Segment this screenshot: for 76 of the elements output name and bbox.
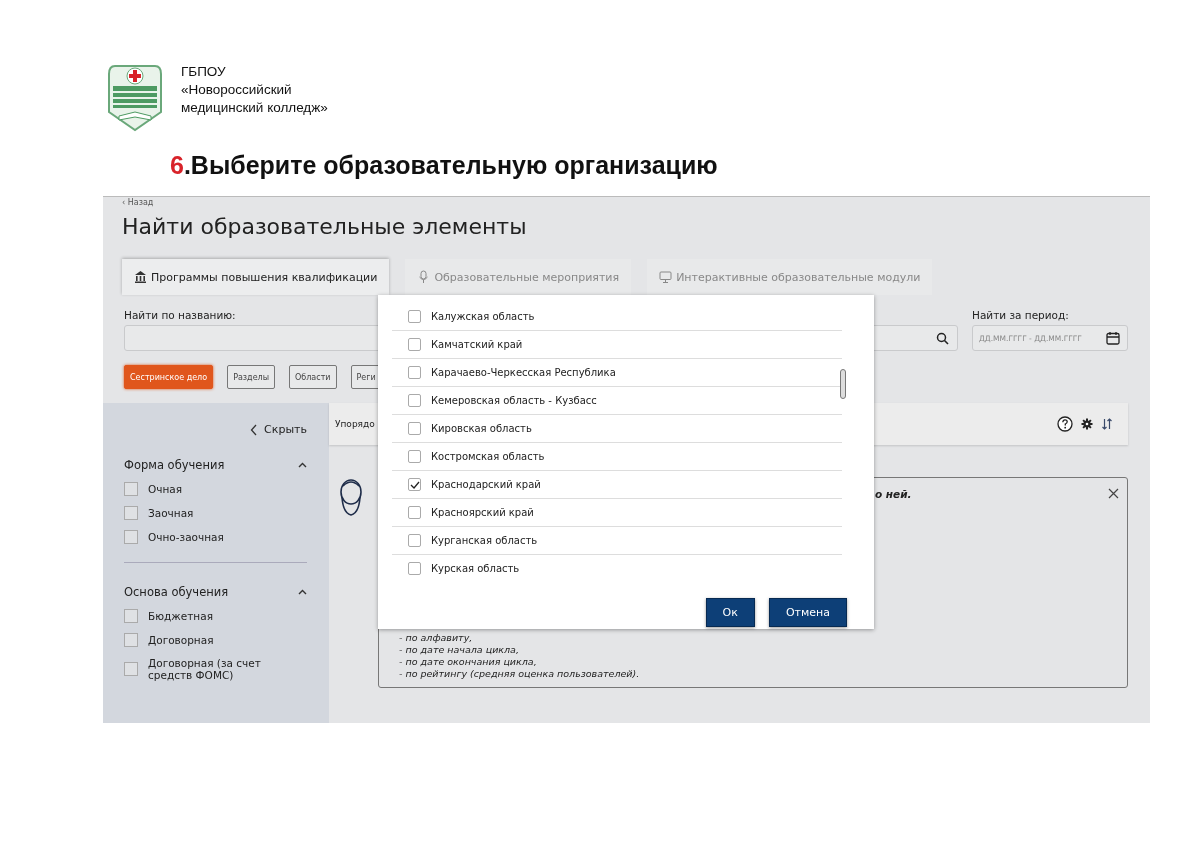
- region-label: Кемеровская область - Кузбасс: [431, 395, 597, 406]
- filter-chip[interactable]: Разделы: [227, 365, 275, 389]
- sort-label: Упорядо: [335, 419, 375, 429]
- checkbox[interactable]: [408, 394, 421, 407]
- field-label: Найти по названию:: [124, 309, 236, 321]
- region-label: Камчатский край: [431, 339, 523, 350]
- scrollbar-thumb[interactable]: [840, 369, 846, 399]
- list-item[interactable]: Камчатский край: [392, 331, 842, 359]
- checkbox[interactable]: [408, 534, 421, 547]
- list-item[interactable]: Карачаево-Черкесская Республика: [392, 359, 842, 387]
- region-label: Красноярский край: [431, 507, 534, 518]
- filter-chip[interactable]: Сестринское дело: [124, 365, 214, 389]
- checkbox[interactable]: [408, 562, 421, 575]
- list-item[interactable]: Кемеровская область - Кузбасс: [392, 387, 842, 415]
- filter-group-title: Форма обучения: [124, 458, 225, 472]
- tab[interactable]: Программы повышения квалификации: [122, 259, 390, 295]
- dialog-button[interactable]: Отмена: [768, 598, 847, 627]
- check-icon: [409, 480, 420, 489]
- hide-link[interactable]: Скрыть: [124, 423, 307, 436]
- field-label: Найти за период:: [972, 309, 1069, 321]
- checkbox-label: Очная: [148, 483, 183, 495]
- close-icon: [1108, 488, 1119, 499]
- checkbox[interactable]: [408, 422, 421, 435]
- checkbox[interactable]: [408, 506, 421, 519]
- head-icon: [337, 477, 365, 517]
- checkbox-label: Договорная (за счет средств ФОМС): [148, 657, 262, 681]
- organization-name: ГБПОУ «Новороссийский медицинский колледж»: [181, 63, 328, 117]
- bank-icon: [134, 270, 147, 284]
- checkbox[interactable]: [124, 662, 138, 676]
- checkbox-label: Бюджетная: [148, 610, 213, 622]
- region-label: Краснодарский край: [431, 479, 541, 490]
- monitor-icon: [659, 270, 673, 284]
- help-icon[interactable]: [1057, 416, 1073, 432]
- calendar-icon: [1106, 331, 1120, 345]
- search-icon: [936, 331, 949, 345]
- checkbox[interactable]: [124, 482, 138, 496]
- settings-icon[interactable]: [1081, 418, 1093, 430]
- dialog-button[interactable]: Ок: [705, 598, 755, 627]
- checkbox[interactable]: [408, 310, 421, 323]
- list-item[interactable]: Калужская область: [392, 303, 842, 331]
- region-label: Костромская область: [431, 451, 545, 462]
- filter-group-title: Основа обучения: [124, 585, 229, 599]
- hide-label: Скрыть: [264, 423, 307, 436]
- sort-icon[interactable]: [1101, 418, 1113, 430]
- list-item[interactable]: Краснодарский край: [392, 471, 842, 499]
- back-link[interactable]: ‹ Назад: [122, 198, 154, 207]
- checkbox[interactable]: [124, 530, 138, 544]
- checkbox[interactable]: [408, 366, 421, 379]
- region-label: Карачаево-Черкесская Республика: [431, 367, 616, 378]
- region-label: Калужская область: [431, 311, 535, 322]
- info-list: - по алфавиту, - по дате начала цикла, - по дате окончания цикла, - по рейтингу (средняя оценка пользователей).: [399, 632, 640, 680]
- region-label: Курская область: [431, 563, 520, 574]
- list-item[interactable]: Курская область: [392, 555, 842, 582]
- checkbox-label: Заочная: [148, 507, 194, 519]
- list-item[interactable]: Красноярский край: [392, 499, 842, 527]
- list-item[interactable]: Костромская область: [392, 443, 842, 471]
- region-label: Кировская область: [431, 423, 532, 434]
- microphone-icon: [417, 270, 431, 284]
- list-item[interactable]: Курганская область: [392, 527, 842, 555]
- chevron-left-icon: [250, 423, 259, 436]
- checkbox[interactable]: [408, 450, 421, 463]
- checkbox[interactable]: [124, 506, 138, 520]
- filter-chip[interactable]: Области: [289, 365, 337, 389]
- checkbox-label: Договорная: [148, 634, 214, 646]
- checkbox[interactable]: [408, 478, 421, 491]
- caret-up-icon[interactable]: [298, 462, 307, 468]
- info-text: о ней.: [875, 488, 912, 500]
- list-item[interactable]: Кировская область: [392, 415, 842, 443]
- checkbox[interactable]: [408, 338, 421, 351]
- checkbox[interactable]: [124, 633, 138, 647]
- region-label: Курганская область: [431, 535, 538, 546]
- checkbox-label: Очно-заочная: [148, 531, 224, 543]
- slide-heading: 6.Выберите образовательную организацию: [170, 150, 719, 181]
- caret-up-icon[interactable]: [298, 589, 307, 595]
- checkbox[interactable]: [124, 609, 138, 623]
- page-title: Найти образовательные элементы: [122, 213, 527, 241]
